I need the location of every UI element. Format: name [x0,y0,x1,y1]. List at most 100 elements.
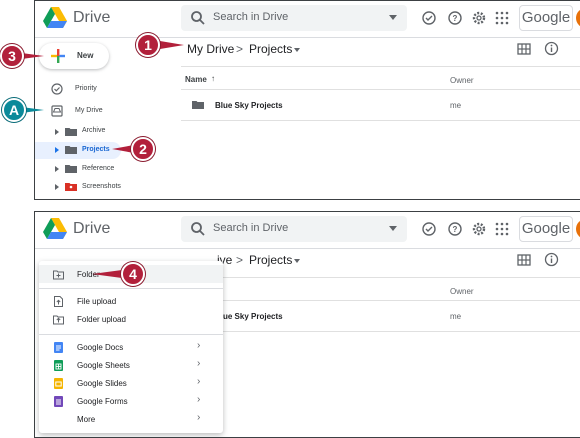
callout-pointer [92,270,122,278]
chevron-right-icon: › [197,412,201,423]
row-name[interactable]: ue Sky Projects [223,312,283,321]
name-column-header[interactable]: Name [185,75,207,84]
search-placeholder: Search in Drive [213,11,289,23]
google-account-logo[interactable]: Google [519,5,573,31]
breadcrumb-projects[interactable]: Projects [249,253,292,267]
expand-arrow-icon[interactable] [55,184,59,190]
search-input[interactable]: Search in Drive [181,216,407,242]
callout-3: 3 [0,44,24,68]
new-button-label: New [77,51,94,60]
google-account-logo[interactable]: Google [519,216,573,242]
settings-gear-icon[interactable] [471,10,487,26]
divider [181,331,580,332]
sidebar-item-label: Projects [82,146,110,153]
divider [181,89,580,90]
row-owner: me [450,312,462,321]
help-icon[interactable]: ? [447,10,463,26]
drive-brand: Drive [73,9,111,26]
drive-window-top: Drive Search in Drive ? Google My Drive … [34,0,580,200]
drive-window-bottom: Drive Search in Drive ? Google ive > Pro… [34,211,580,438]
chevron-right-icon: › [197,358,201,369]
grid-view-icon[interactable] [517,42,531,56]
chevron-right-icon: › [197,394,201,405]
callout-a: A [2,98,26,122]
breadcrumb-caret-icon[interactable] [294,48,300,52]
menu-item-label: Folder upload [77,315,126,324]
folder-icon [65,128,77,136]
menu-item-label: Google Slides [77,379,127,388]
info-icon[interactable] [544,252,559,267]
breadcrumb-caret-icon[interactable] [294,259,300,263]
divider [181,277,580,278]
shared-folder-icon [65,183,77,191]
plus-icon [51,49,65,63]
divider [181,66,580,67]
top-bar: Drive Search in Drive ? Google [35,212,580,249]
chevron-right-icon: › [197,376,201,387]
settings-gear-icon[interactable] [471,221,487,237]
sidebar-item-label: Reference [82,165,115,172]
search-options-icon[interactable] [389,15,397,20]
row-name: Blue Sky Projects [215,101,283,110]
help-icon[interactable]: ? [447,221,463,237]
sidebar-item-my-drive[interactable]: My Drive [75,107,103,114]
divider [181,120,580,121]
owner-column-header: Owner [450,76,474,85]
expand-arrow-icon[interactable] [55,129,59,135]
row-owner: me [450,101,462,110]
menu-divider [39,334,223,335]
callout-2: 2 [131,137,155,161]
search-icon [191,222,205,236]
svg-text:?: ? [453,14,458,23]
callout-4: 4 [121,262,145,286]
forms-icon [54,396,63,407]
sort-arrow-icon[interactable]: ↑ [211,74,215,83]
expand-arrow-icon[interactable] [55,147,59,153]
chevron-right-icon: › [197,340,201,351]
docs-icon [54,342,63,353]
info-icon[interactable] [544,41,559,56]
callout-1: 1 [136,33,160,57]
file-upload-icon [54,296,63,307]
divider [181,300,580,301]
sheets-icon [54,360,63,371]
new-folder-icon [53,270,64,280]
breadcrumb-separator: > [236,253,244,267]
offline-check-icon[interactable] [421,10,437,26]
menu-item-label: File upload [77,297,117,306]
folder-icon [192,101,204,109]
menu-item-label: Google Docs [77,343,124,352]
slides-icon [54,378,63,389]
grid-view-icon[interactable] [517,253,531,267]
search-placeholder: Search in Drive [213,222,289,234]
sidebar-item-priority[interactable]: Priority [75,85,97,92]
sidebar-item-label: Screenshots [82,183,121,190]
breadcrumb-my-drive[interactable]: My Drive [187,42,234,56]
breadcrumb-separator: > [236,42,244,56]
folder-icon [65,165,77,173]
avatar[interactable] [576,219,580,239]
breadcrumb-projects[interactable]: Projects [249,42,292,56]
top-bar: Drive Search in Drive ? Google [35,1,580,38]
drive-logo-icon[interactable] [43,7,67,29]
offline-check-icon[interactable] [421,221,437,237]
drive-brand: Drive [73,220,111,237]
my-drive-icon [51,105,63,117]
drive-logo-icon[interactable] [43,218,67,240]
expand-arrow-icon[interactable] [55,166,59,172]
owner-column-header: Owner [450,287,474,296]
search-options-icon[interactable] [389,226,397,231]
new-button[interactable]: New [39,43,109,69]
avatar[interactable] [576,8,580,28]
apps-grid-icon[interactable] [494,10,510,26]
svg-text:?: ? [453,225,458,234]
menu-item-label: Google Forms [77,397,128,406]
callout-pointer [160,41,184,49]
menu-item-label: Google Sheets [77,361,130,370]
menu-item-label: More [77,415,96,424]
apps-grid-icon[interactable] [494,221,510,237]
menu-divider [39,288,223,289]
folder-upload-icon [53,315,64,325]
folder-icon [65,146,77,154]
search-input[interactable]: Search in Drive [181,5,407,31]
